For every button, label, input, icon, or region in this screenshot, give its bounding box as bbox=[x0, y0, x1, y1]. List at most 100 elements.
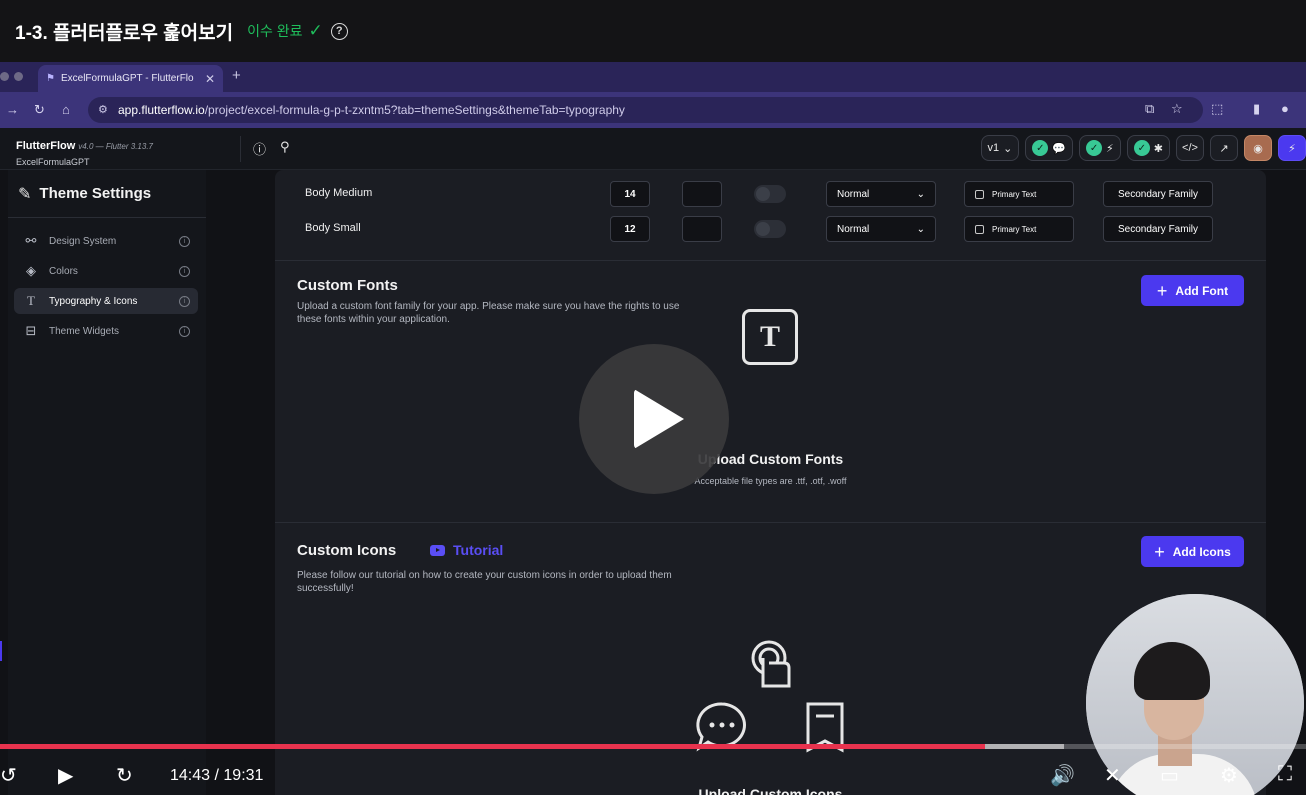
chevron-down-icon: ⌄ bbox=[916, 223, 925, 235]
custom-fonts-title: Custom Fonts bbox=[297, 277, 398, 294]
close-icon[interactable]: ✕ bbox=[205, 72, 215, 86]
code-view-button[interactable]: </> bbox=[1176, 135, 1204, 161]
text-color-select[interactable]: Primary Text bbox=[964, 216, 1074, 242]
touch-icon bbox=[751, 640, 791, 688]
check-circle-icon: ✓ bbox=[1133, 140, 1150, 156]
run-button[interactable]: ⚡ bbox=[1278, 135, 1306, 161]
lecture-title: 1-3. 플러터플로우 훑어보기 bbox=[15, 22, 234, 44]
forward-icon[interactable]: → bbox=[6, 102, 19, 117]
window-dot[interactable] bbox=[0, 72, 9, 81]
current-time: 14:43 bbox=[170, 767, 211, 784]
theme-settings-sidebar: ✎ Theme Settings ⚯ Design System i ◈ Col… bbox=[8, 170, 206, 795]
play-icon bbox=[634, 389, 684, 449]
external-link-icon: ↗ bbox=[1219, 142, 1229, 155]
info-icon[interactable]: i bbox=[179, 265, 190, 277]
sidebar-item-design-system[interactable]: ⚯ Design System i bbox=[14, 228, 198, 254]
code-icon: </> bbox=[1182, 142, 1198, 154]
check-circle-icon: ✓ bbox=[1086, 140, 1103, 156]
actions-status-button[interactable]: ✓ ⚡ bbox=[1079, 135, 1121, 161]
font-family-select[interactable]: Secondary Family bbox=[1103, 216, 1213, 242]
side-panel-icon[interactable]: ▮ bbox=[1253, 101, 1260, 117]
eye-icon: ◉ bbox=[1253, 142, 1263, 155]
youtube-icon bbox=[430, 544, 445, 556]
preview-button[interactable]: ◉ bbox=[1244, 135, 1272, 161]
version-select[interactable]: v1 ⌄ bbox=[980, 135, 1020, 161]
open-external-button[interactable]: ↗ bbox=[1210, 135, 1238, 161]
chevron-down-icon: ⌄ bbox=[916, 188, 925, 200]
profile-avatar[interactable]: ● bbox=[1281, 101, 1289, 116]
line-height-input[interactable] bbox=[682, 216, 722, 242]
section-divider bbox=[275, 260, 1266, 261]
extensions-icon[interactable]: ⬚ bbox=[1211, 101, 1223, 117]
font-weight-select[interactable]: Normal ⌄ bbox=[826, 181, 936, 207]
divider bbox=[240, 136, 241, 162]
close-pip-icon[interactable]: ✕ bbox=[1104, 763, 1121, 788]
add-icons-label: Add Icons bbox=[1172, 544, 1231, 559]
window-dot[interactable] bbox=[14, 72, 23, 81]
lecture-header: 1-3. 플러터플로우 훑어보기 이수 완료 ✓ ? bbox=[0, 0, 1306, 62]
subtitles-icon[interactable]: ▭ bbox=[1160, 763, 1179, 788]
sidebar-item-colors[interactable]: ◈ Colors i bbox=[14, 258, 198, 284]
volume-icon[interactable]: 🔊 bbox=[1050, 763, 1075, 788]
font-size-input[interactable]: 14 bbox=[610, 181, 650, 207]
play-icon[interactable]: ▶ bbox=[58, 763, 73, 788]
italic-toggle[interactable] bbox=[754, 185, 786, 203]
sidebar-item-theme-widgets[interactable]: ⊟ Theme Widgets i bbox=[14, 318, 198, 344]
url-field[interactable]: ⚙ app.flutterflow.io/project/excel-formu… bbox=[88, 97, 1203, 123]
info-icon[interactable]: i bbox=[179, 235, 190, 247]
help-circle-icon[interactable]: ⓘ bbox=[253, 139, 266, 158]
brand: FlutterFlow v4.0 — Flutter 3.13.7 ExcelFo… bbox=[16, 136, 153, 167]
reload-icon[interactable]: ↻ bbox=[34, 102, 45, 118]
text-color-value: Primary Text bbox=[992, 189, 1037, 199]
font-weight-select[interactable]: Normal ⌄ bbox=[826, 216, 936, 242]
typography-row: Body Medium 14 Normal ⌄ Primary Text Sec… bbox=[305, 181, 1255, 207]
widgets-icon: ⊟ bbox=[25, 323, 37, 338]
time-display: 14:43 / 19:31 bbox=[170, 767, 263, 785]
sidebar-item-typography[interactable]: T Typography & Icons i bbox=[14, 288, 198, 314]
video-player[interactable]: ⚑ ExcelFormulaGPT - FlutterFlo ✕ + → ↻ ⌂… bbox=[0, 62, 1306, 795]
text-color-select[interactable]: Primary Text bbox=[964, 181, 1074, 207]
bookmark-star-icon[interactable]: ☆ bbox=[1171, 101, 1183, 117]
add-font-button[interactable]: + Add Font bbox=[1141, 275, 1244, 306]
url-path: /project/excel-formula-g-p-t-zxntm5?tab=… bbox=[204, 103, 625, 117]
sidebar-header: ✎ Theme Settings bbox=[8, 170, 206, 218]
comments-icon: 💬 bbox=[1052, 142, 1067, 155]
site-settings-icon[interactable]: ⚙ bbox=[98, 103, 108, 116]
search-icon[interactable]: ⚲ bbox=[280, 139, 290, 155]
fullscreen-icon[interactable]: ⛶ bbox=[1278, 763, 1292, 786]
rewind-10-icon[interactable]: ↺ bbox=[0, 763, 17, 788]
browser-tab[interactable]: ⚑ ExcelFormulaGPT - FlutterFlo ✕ bbox=[38, 65, 223, 92]
debug-status-button[interactable]: ✓ ✱ bbox=[1126, 135, 1170, 161]
plus-icon: + bbox=[1156, 280, 1168, 301]
typography-icon: T bbox=[27, 293, 35, 308]
new-tab-icon[interactable]: + bbox=[232, 67, 241, 84]
add-icons-button[interactable]: + Add Icons bbox=[1141, 536, 1244, 567]
typography-row: Body Small 12 Normal ⌄ Primary Text Seco… bbox=[305, 216, 1255, 242]
lightning-icon: ⚡ bbox=[1106, 142, 1114, 155]
forward-10-icon[interactable]: ↻ bbox=[116, 763, 133, 788]
font-family-select[interactable]: Secondary Family bbox=[1103, 181, 1213, 207]
version-label: v4.0 — Flutter 3.13.7 bbox=[78, 142, 153, 151]
palette-icon: ✎ bbox=[18, 185, 32, 203]
info-icon[interactable]: i bbox=[179, 325, 190, 337]
comments-status-button[interactable]: ✓ 💬 bbox=[1025, 135, 1074, 161]
time-separator: / bbox=[214, 767, 219, 784]
font-weight-value: Normal bbox=[837, 223, 870, 235]
install-app-icon[interactable]: ⧉ bbox=[1145, 101, 1154, 117]
style-name: Body Medium bbox=[305, 187, 373, 199]
project-name: ExcelFormulaGPT bbox=[16, 157, 90, 167]
play-overlay-button[interactable] bbox=[579, 344, 729, 494]
home-icon[interactable]: ⌂ bbox=[62, 102, 70, 117]
font-size-input[interactable]: 12 bbox=[610, 216, 650, 242]
line-height-input[interactable] bbox=[682, 181, 722, 207]
italic-toggle[interactable] bbox=[754, 220, 786, 238]
browser-tab-bar: ⚑ ExcelFormulaGPT - FlutterFlo ✕ + bbox=[0, 62, 1306, 92]
chevron-down-icon: ⌄ bbox=[1003, 142, 1013, 155]
help-icon[interactable]: ? bbox=[330, 22, 348, 40]
info-icon[interactable]: i bbox=[179, 295, 190, 307]
style-name: Body Small bbox=[305, 222, 361, 234]
settings-gear-icon[interactable]: ⚙ bbox=[1220, 763, 1238, 788]
section-divider bbox=[275, 522, 1266, 523]
version-select-value: v1 bbox=[987, 142, 1000, 154]
tutorial-link[interactable]: Tutorial bbox=[430, 542, 503, 558]
